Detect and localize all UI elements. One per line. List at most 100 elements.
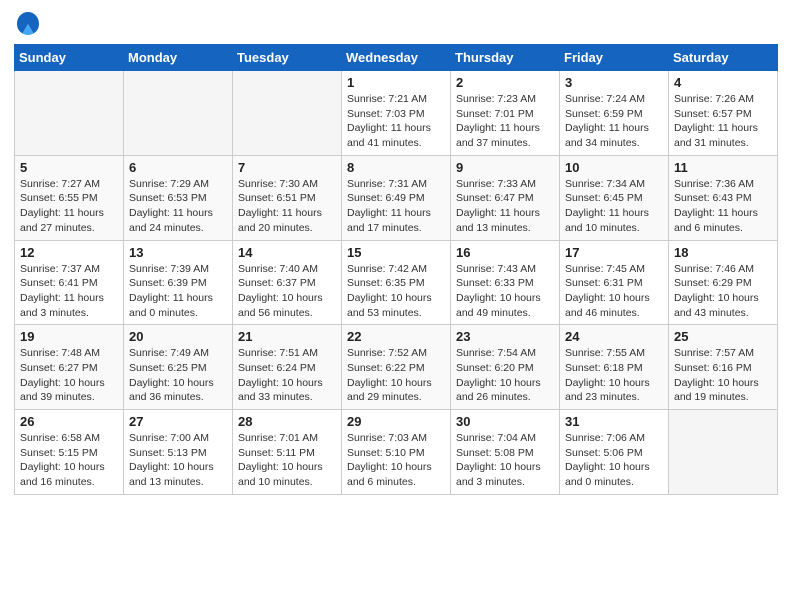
day-number: 30 [456, 414, 554, 429]
day-number: 9 [456, 160, 554, 175]
calendar-cell: 31Sunrise: 7:06 AM Sunset: 5:06 PM Dayli… [560, 410, 669, 495]
weekday-header-thursday: Thursday [451, 45, 560, 71]
day-info: Sunrise: 7:37 AM Sunset: 6:41 PM Dayligh… [20, 262, 118, 321]
day-info: Sunrise: 7:01 AM Sunset: 5:11 PM Dayligh… [238, 431, 336, 490]
day-number: 14 [238, 245, 336, 260]
day-number: 3 [565, 75, 663, 90]
header [14, 10, 778, 38]
day-info: Sunrise: 7:23 AM Sunset: 7:01 PM Dayligh… [456, 92, 554, 151]
calendar-cell [124, 71, 233, 156]
day-number: 20 [129, 329, 227, 344]
day-info: Sunrise: 7:29 AM Sunset: 6:53 PM Dayligh… [129, 177, 227, 236]
day-info: Sunrise: 7:30 AM Sunset: 6:51 PM Dayligh… [238, 177, 336, 236]
calendar-cell: 1 Sunrise: 7:21 AM Sunset: 7:03 PM Daylig… [342, 71, 451, 156]
day-number: 26 [20, 414, 118, 429]
day-info: Sunrise: 7:21 AM Sunset: 7:03 PM Dayligh… [347, 92, 445, 151]
calendar-cell: 25 Sunrise: 7:57 AM Sunset: 6:16 PM Dayli… [669, 325, 778, 410]
day-number: 19 [20, 329, 118, 344]
calendar-cell: 11Sunrise: 7:36 AM Sunset: 6:43 PM Dayli… [669, 155, 778, 240]
calendar-cell: 9 Sunrise: 7:33 AM Sunset: 6:47 PM Daylig… [451, 155, 560, 240]
day-info: Sunrise: 7:34 AM Sunset: 6:45 PM Dayligh… [565, 177, 663, 236]
day-info: Sunrise: 7:54 AM Sunset: 6:20 PM Dayligh… [456, 346, 554, 405]
calendar-cell [15, 71, 124, 156]
weekday-header-tuesday: Tuesday [233, 45, 342, 71]
day-number: 21 [238, 329, 336, 344]
calendar-cell: 13 Sunrise: 7:39 AM Sunset: 6:39 PM Dayli… [124, 240, 233, 325]
calendar-cell: 8 Sunrise: 7:31 AM Sunset: 6:49 PM Daylig… [342, 155, 451, 240]
calendar-cell: 10 Sunrise: 7:34 AM Sunset: 6:45 PM Dayli… [560, 155, 669, 240]
day-number: 18 [674, 245, 772, 260]
day-number: 5 [20, 160, 118, 175]
day-number: 24 [565, 329, 663, 344]
day-number: 13 [129, 245, 227, 260]
calendar-cell: 3 Sunrise: 7:24 AM Sunset: 6:59 PM Daylig… [560, 71, 669, 156]
calendar-cell: 18 Sunrise: 7:46 AM Sunset: 6:29 PM Dayli… [669, 240, 778, 325]
calendar-cell: 21 Sunrise: 7:51 AM Sunset: 6:24 PM Dayli… [233, 325, 342, 410]
day-info: Sunrise: 7:26 AM Sunset: 6:57 PM Dayligh… [674, 92, 772, 151]
calendar-cell: 14 Sunrise: 7:40 AM Sunset: 6:37 PM Dayli… [233, 240, 342, 325]
day-info: Sunrise: 7:49 AM Sunset: 6:25 PM Dayligh… [129, 346, 227, 405]
day-info: Sunrise: 7:52 AM Sunset: 6:22 PM Dayligh… [347, 346, 445, 405]
day-number: 22 [347, 329, 445, 344]
day-number: 27 [129, 414, 227, 429]
day-info: Sunrise: 7:48 AM Sunset: 6:27 PM Dayligh… [20, 346, 118, 405]
calendar-cell [669, 410, 778, 495]
day-number: 1 [347, 75, 445, 90]
day-info: Sunrise: 7:55 AM Sunset: 6:18 PM Dayligh… [565, 346, 663, 405]
calendar-week-row: 12Sunrise: 7:37 AM Sunset: 6:41 PM Dayli… [15, 240, 778, 325]
calendar-cell: 26Sunrise: 6:58 AM Sunset: 5:15 PM Dayli… [15, 410, 124, 495]
calendar-cell: 23 Sunrise: 7:54 AM Sunset: 6:20 PM Dayli… [451, 325, 560, 410]
calendar-cell: 4 Sunrise: 7:26 AM Sunset: 6:57 PM Daylig… [669, 71, 778, 156]
day-number: 16 [456, 245, 554, 260]
calendar-cell: 12Sunrise: 7:37 AM Sunset: 6:41 PM Dayli… [15, 240, 124, 325]
calendar-table: SundayMondayTuesdayWednesdayThursdayFrid… [14, 44, 778, 495]
page-container: SundayMondayTuesdayWednesdayThursdayFrid… [0, 0, 792, 509]
day-info: Sunrise: 7:03 AM Sunset: 5:10 PM Dayligh… [347, 431, 445, 490]
calendar-cell: 19 Sunrise: 7:48 AM Sunset: 6:27 PM Dayli… [15, 325, 124, 410]
calendar-cell: 2 Sunrise: 7:23 AM Sunset: 7:01 PM Daylig… [451, 71, 560, 156]
calendar-cell [233, 71, 342, 156]
calendar-cell: 16Sunrise: 7:43 AM Sunset: 6:33 PM Dayli… [451, 240, 560, 325]
day-number: 23 [456, 329, 554, 344]
day-info: Sunrise: 7:46 AM Sunset: 6:29 PM Dayligh… [674, 262, 772, 321]
day-info: Sunrise: 7:24 AM Sunset: 6:59 PM Dayligh… [565, 92, 663, 151]
day-number: 8 [347, 160, 445, 175]
day-info: Sunrise: 7:04 AM Sunset: 5:08 PM Dayligh… [456, 431, 554, 490]
calendar-cell: 28 Sunrise: 7:01 AM Sunset: 5:11 PM Dayli… [233, 410, 342, 495]
day-info: Sunrise: 7:00 AM Sunset: 5:13 PM Dayligh… [129, 431, 227, 490]
day-number: 15 [347, 245, 445, 260]
day-info: Sunrise: 7:31 AM Sunset: 6:49 PM Dayligh… [347, 177, 445, 236]
day-number: 11 [674, 160, 772, 175]
weekday-header-friday: Friday [560, 45, 669, 71]
weekday-header-saturday: Saturday [669, 45, 778, 71]
day-info: Sunrise: 7:39 AM Sunset: 6:39 PM Dayligh… [129, 262, 227, 321]
calendar-cell: 22 Sunrise: 7:52 AM Sunset: 6:22 PM Dayli… [342, 325, 451, 410]
weekday-header-sunday: Sunday [15, 45, 124, 71]
calendar-cell: 29Sunrise: 7:03 AM Sunset: 5:10 PM Dayli… [342, 410, 451, 495]
day-number: 2 [456, 75, 554, 90]
calendar-cell: 27 Sunrise: 7:00 AM Sunset: 5:13 PM Dayli… [124, 410, 233, 495]
weekday-header-monday: Monday [124, 45, 233, 71]
day-number: 6 [129, 160, 227, 175]
calendar-week-row: 26Sunrise: 6:58 AM Sunset: 5:15 PM Dayli… [15, 410, 778, 495]
day-info: Sunrise: 7:57 AM Sunset: 6:16 PM Dayligh… [674, 346, 772, 405]
day-number: 4 [674, 75, 772, 90]
calendar-week-row: 1 Sunrise: 7:21 AM Sunset: 7:03 PM Daylig… [15, 71, 778, 156]
day-number: 10 [565, 160, 663, 175]
calendar-cell: 15 Sunrise: 7:42 AM Sunset: 6:35 PM Dayli… [342, 240, 451, 325]
calendar-cell: 6 Sunrise: 7:29 AM Sunset: 6:53 PM Daylig… [124, 155, 233, 240]
calendar-cell: 24 Sunrise: 7:55 AM Sunset: 6:18 PM Dayli… [560, 325, 669, 410]
logo [14, 10, 46, 38]
day-number: 25 [674, 329, 772, 344]
day-info: Sunrise: 7:40 AM Sunset: 6:37 PM Dayligh… [238, 262, 336, 321]
day-info: Sunrise: 7:51 AM Sunset: 6:24 PM Dayligh… [238, 346, 336, 405]
day-info: Sunrise: 7:45 AM Sunset: 6:31 PM Dayligh… [565, 262, 663, 321]
weekday-header-row: SundayMondayTuesdayWednesdayThursdayFrid… [15, 45, 778, 71]
day-info: Sunrise: 7:33 AM Sunset: 6:47 PM Dayligh… [456, 177, 554, 236]
calendar-week-row: 19 Sunrise: 7:48 AM Sunset: 6:27 PM Dayli… [15, 325, 778, 410]
day-info: Sunrise: 7:42 AM Sunset: 6:35 PM Dayligh… [347, 262, 445, 321]
calendar-cell: 20 Sunrise: 7:49 AM Sunset: 6:25 PM Dayli… [124, 325, 233, 410]
calendar-cell: 30 Sunrise: 7:04 AM Sunset: 5:08 PM Dayli… [451, 410, 560, 495]
day-number: 28 [238, 414, 336, 429]
calendar-week-row: 5Sunrise: 7:27 AM Sunset: 6:55 PM Daylig… [15, 155, 778, 240]
